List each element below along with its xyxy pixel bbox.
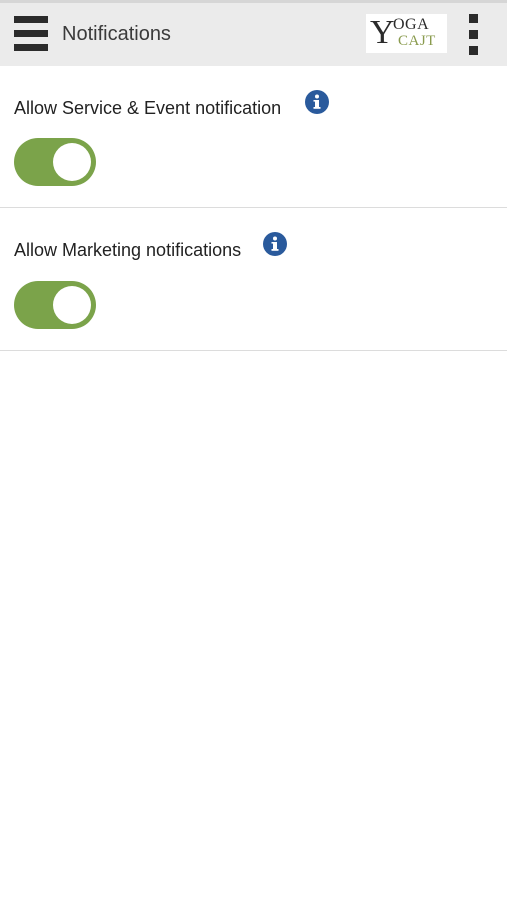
menu-dot (469, 30, 478, 39)
setting-label: Allow Marketing notifications (14, 240, 242, 260)
menu-bar (14, 16, 48, 23)
toggle-marketing[interactable] (14, 281, 96, 329)
toggle-knob (53, 143, 91, 181)
app-header: Notifications Y OGA CAJT (0, 0, 507, 66)
menu-dot (469, 46, 478, 55)
hamburger-menu-icon[interactable] (14, 16, 48, 52)
menu-bar (14, 30, 48, 37)
logo-text-top: OGA (393, 16, 430, 33)
logo-initial: Y (370, 14, 395, 51)
yoga-cajt-logo: Y OGA CAJT (366, 14, 447, 53)
menu-dot (469, 14, 478, 23)
info-icon[interactable] (305, 90, 329, 114)
menu-bar (14, 44, 48, 51)
page-title: Notifications (62, 23, 171, 45)
divider (0, 350, 507, 351)
info-icon[interactable] (263, 232, 287, 256)
setting-label: Allow Service & Event notification (14, 98, 282, 118)
toggle-service-event[interactable] (14, 138, 96, 186)
setting-service-event: Allow Service & Event notification (0, 66, 507, 208)
toggle-knob (53, 286, 91, 324)
logo-text-bottom: CAJT (398, 33, 436, 49)
setting-marketing: Allow Marketing notifications (0, 208, 507, 350)
more-vertical-icon[interactable] (467, 14, 481, 56)
status-strip (0, 0, 507, 3)
